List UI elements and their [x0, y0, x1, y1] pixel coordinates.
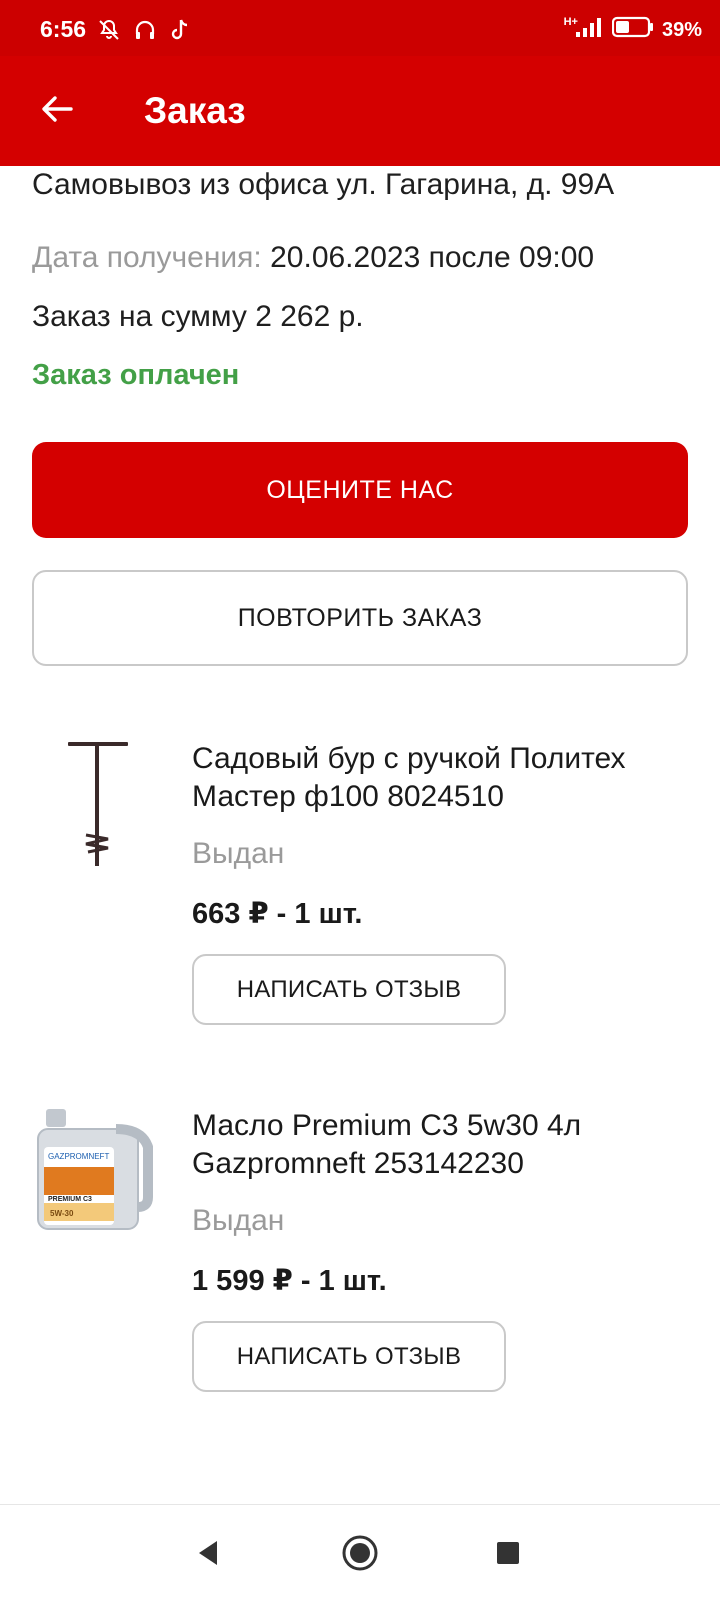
pickup-date-value: 20.06.2023 после 09:00: [270, 241, 595, 274]
list-item: Садовый бур с ручкой Политех Мастер ф100…: [0, 740, 720, 1060]
item-name[interactable]: Садовый бур с ручкой Политех Мастер ф100…: [192, 740, 692, 816]
network-type-label: H+: [563, 16, 578, 28]
oil-brand-label: GAZPROMNEFT: [48, 1152, 109, 1161]
signal-icon: [574, 16, 604, 44]
arrow-left-icon: [39, 91, 75, 132]
square-recents-icon: [495, 1540, 521, 1571]
page-title: Заказ: [144, 90, 246, 131]
status-bar: 6:56 H+ 39%: [0, 0, 720, 56]
triangle-back-icon: [195, 1539, 221, 1572]
order-sum: Заказ на сумму 2 262 р.: [32, 300, 364, 333]
tiktok-icon: [169, 18, 191, 47]
list-item: GAZPROMNEFT PREMIUM C3 5W-30 Масло Premi…: [0, 1107, 720, 1427]
oil-viscosity-label: 5W-30: [50, 1209, 74, 1218]
item-status: Выдан: [192, 1204, 285, 1237]
oil-canister-image: GAZPROMNEFT PREMIUM C3 5W-30: [30, 1107, 160, 1237]
nav-back-button[interactable]: [186, 1533, 230, 1577]
battery-icon: [611, 16, 654, 44]
garden-auger-image: [32, 740, 162, 870]
item-status: Выдан: [192, 837, 285, 870]
rate-us-button[interactable]: ОЦЕНИТЕ НАС: [32, 442, 688, 538]
item-name[interactable]: Масло Premium С3 5w30 4л Gazpromneft 253…: [192, 1107, 692, 1183]
status-system-icons: H+ 39%: [564, 16, 702, 44]
app-bar: Заказ: [0, 56, 720, 166]
status-time: 6:56: [40, 16, 87, 42]
battery-percent: 39%: [661, 18, 702, 41]
system-nav-bar: [0, 1504, 720, 1600]
mute-icon: [97, 18, 121, 47]
pickup-address: Самовывоз из офиса ул. Гагарина, д. 99А: [32, 168, 615, 201]
payment-status: Заказ оплачен: [32, 359, 240, 391]
oil-grade-label: PREMIUM C3: [48, 1196, 92, 1203]
item-price: 1 599 ₽ - 1 шт.: [192, 1265, 387, 1297]
pickup-date-label: Дата получения:: [32, 241, 262, 274]
circle-home-icon: [341, 1534, 379, 1577]
headphones-icon: [133, 18, 157, 47]
pickup-date: Дата получения: 20.06.2023 после 09:00: [32, 241, 594, 275]
write-review-button[interactable]: НАПИСАТЬ ОТЗЫВ: [192, 1321, 506, 1392]
status-notification-icons: [97, 18, 191, 47]
nav-recents-button[interactable]: [486, 1533, 530, 1577]
item-price: 663 ₽ - 1 шт.: [192, 898, 363, 930]
repeat-order-button[interactable]: ПОВТОРИТЬ ЗАКАЗ: [32, 570, 688, 666]
nav-home-button[interactable]: [336, 1531, 384, 1579]
back-button[interactable]: [30, 84, 84, 138]
write-review-button[interactable]: НАПИСАТЬ ОТЗЫВ: [192, 954, 506, 1025]
